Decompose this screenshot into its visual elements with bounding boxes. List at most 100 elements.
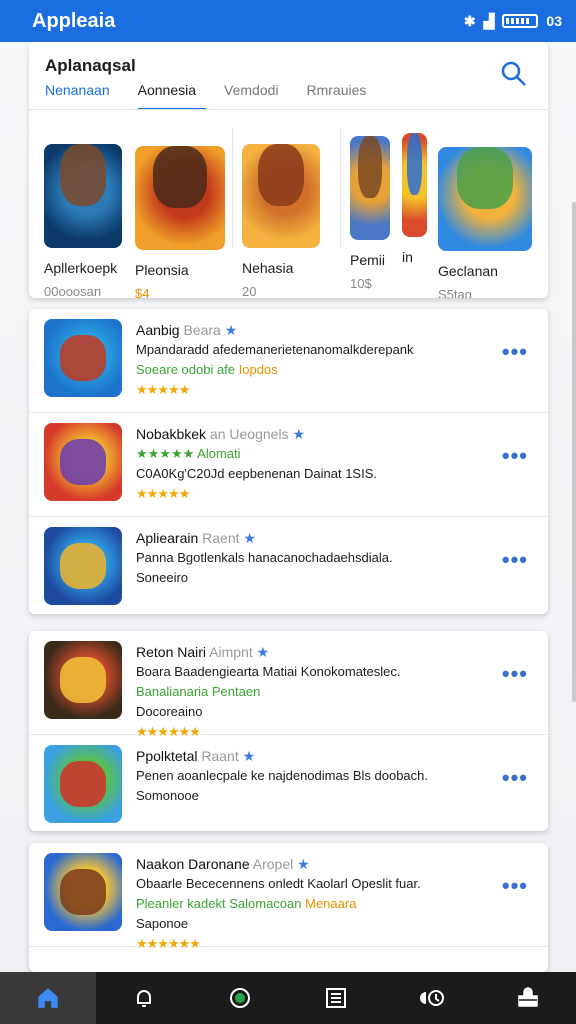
saga-game-icon xyxy=(44,527,122,605)
app-title: Ppolktetal xyxy=(136,748,198,764)
app-description: Penen aoanlecpale ke najdenodimas Bls do… xyxy=(136,768,428,783)
list-icon xyxy=(326,988,346,1008)
divider xyxy=(29,109,548,110)
more-options-icon[interactable]: ••• xyxy=(502,661,528,687)
featured-app-subtitle: $4 xyxy=(135,286,150,298)
app-extra2: Menaara xyxy=(305,896,357,911)
nav-list[interactable] xyxy=(288,972,384,1024)
nav-notifications[interactable] xyxy=(96,972,192,1024)
app-description: Mpandaradd afedemanerietenanomalkderepan… xyxy=(136,342,414,357)
list-item[interactable]: Ppolktetal Raant ★ Penen aoanlecpale ke n… xyxy=(29,735,548,831)
section-title: Aplanaqsal xyxy=(45,56,136,75)
more-options-icon[interactable]: ••• xyxy=(502,765,528,791)
rating-stars: ★★★★★ xyxy=(136,382,190,397)
verified-star-icon: ★ xyxy=(292,426,306,442)
status-icons: ✱ ▟ 03 xyxy=(464,13,562,30)
tab-1[interactable]: Nenanaan xyxy=(45,78,120,110)
list-item[interactable]: Aanbig Beara ★ Mpandaradd afedemanerieten… xyxy=(29,309,548,413)
nav-home[interactable] xyxy=(0,972,96,1024)
rating-stars: ★★★★★★ xyxy=(136,936,201,951)
app-title: Apliearain xyxy=(136,530,199,546)
home-icon xyxy=(38,988,58,1008)
scrollbar[interactable] xyxy=(572,202,576,702)
app-title: Aanbig xyxy=(136,322,180,338)
nav-bag[interactable] xyxy=(480,972,576,1024)
more-options-icon[interactable]: ••• xyxy=(502,547,528,573)
tab-2[interactable]: Aonnesia xyxy=(137,78,207,110)
circle-icon xyxy=(230,988,250,1008)
app-tag: Aimpnt xyxy=(209,644,253,660)
app-title: Reton Nairi xyxy=(136,644,207,660)
featured-app-subtitle: 00ooosan xyxy=(44,283,102,298)
featured-app[interactable]: Pleonsia $4 xyxy=(135,128,225,298)
featured-app-name: Geclanan xyxy=(438,262,498,279)
featured-app[interactable]: Geclanan S5tag xyxy=(438,128,532,298)
bottom-nav xyxy=(0,972,576,1024)
app-tag: an Ueognels xyxy=(209,426,289,442)
verified-star-icon: ★ xyxy=(256,644,270,660)
app-extra: Soeare odobi afe xyxy=(136,362,236,377)
featured-app-name: Apllerkoepk xyxy=(44,259,118,276)
search-icon[interactable] xyxy=(500,60,528,88)
featured-app-name: Pleonsia xyxy=(135,262,189,278)
more-options-icon[interactable]: ••• xyxy=(502,443,528,469)
featured-card: Aplanaqsal Nenanaan Aonnesia Vemdodi Rmr… xyxy=(29,42,548,298)
app-title: Naakon Daronane xyxy=(136,856,250,872)
tab-3[interactable]: Vemdodi xyxy=(224,78,288,110)
app-meta: C0A0Kg'C20Jd eepbenenan Dainat 1SIS. xyxy=(136,466,377,481)
nav-center[interactable] xyxy=(192,972,288,1024)
nav-camera[interactable] xyxy=(384,972,480,1024)
featured-row: Apllerkoepk 00ooosan Pleonsia $4 Nehasia 20 Pe… xyxy=(44,128,533,298)
tab-bar: Nenanaan Aonnesia Vemdodi Rmrauies xyxy=(45,78,394,110)
battery-icon xyxy=(502,14,539,28)
app-title: Nobakbkek xyxy=(136,426,207,442)
cowboy-game-icon xyxy=(44,143,122,248)
bag-icon xyxy=(518,987,538,1007)
app-description: Panna Bgotlenkals hanacanochadaehsdiala. xyxy=(136,550,393,565)
featured-app-name: Nehasia xyxy=(242,259,294,276)
featured-app-subtitle: S5tag xyxy=(438,286,472,298)
bluetooth-icon: ✱ xyxy=(463,12,476,29)
blaze-game-icon xyxy=(402,133,427,237)
featured-app[interactable]: Apllerkoepk 00ooosan xyxy=(44,128,134,298)
status-bar: Appleaia ✱ ▟ 03 xyxy=(0,0,576,42)
app-tag: Beara xyxy=(183,322,221,338)
skies-game-icon xyxy=(44,853,122,931)
app-list-card: Naakon Daronane Aropel ★ Obaarle Bececenn… xyxy=(29,843,548,972)
more-options-icon[interactable]: ••• xyxy=(502,339,528,365)
featured-app[interactable]: Nehasia 20 xyxy=(242,128,332,298)
tab-4[interactable]: Rmrauies xyxy=(307,78,377,110)
warrior-game-icon xyxy=(350,136,390,240)
time-label: 03 xyxy=(546,13,562,29)
list-item[interactable]: Apliearain Raent ★ Panna Bgotlenkals hana… xyxy=(29,517,548,614)
bear-game-icon xyxy=(242,143,320,248)
app-description: Boara Baadengiearta Matiai Konokomatesle… xyxy=(136,664,401,679)
list-item[interactable]: Nobakbkek an Ueognels ★ ★★★★★ Alomati C0A… xyxy=(29,413,548,517)
app-title: Appleaia xyxy=(32,9,116,32)
hero-sword-icon xyxy=(135,146,225,250)
more-options-icon[interactable]: ••• xyxy=(502,873,528,899)
list-item[interactable]: Naakon Daronane Aropel ★ Obaarle Bececenn… xyxy=(29,843,548,951)
app-extra: Banalianaria Pentaen xyxy=(136,684,261,699)
app-tag: Raent xyxy=(202,530,240,546)
featured-app-subtitle: 20 xyxy=(242,283,257,298)
app-tag: Raant xyxy=(201,748,239,764)
app-extra: Pleanler kadekt Salomacoan xyxy=(136,896,302,911)
divider xyxy=(340,128,341,248)
verified-star-icon: ★ xyxy=(242,748,256,764)
monster-game-icon xyxy=(438,146,532,251)
app-list-card: Aanbig Beara ★ Mpandaradd afedemanerieten… xyxy=(29,309,548,614)
signal-icon: ▟ xyxy=(483,12,495,29)
verified-star-icon: ★ xyxy=(243,530,256,546)
bell-icon xyxy=(137,990,151,1007)
featured-app-subtitle: 10$ xyxy=(350,276,372,291)
app-meta: Somonooe xyxy=(136,788,199,803)
app-extra: ★★★★★ Alomati xyxy=(136,446,241,461)
list-item[interactable]: Reton Nairi Aimpnt ★ Boara Baadengiearta … xyxy=(29,631,548,739)
app-meta: Soneeiro xyxy=(136,570,189,585)
verified-star-icon: ★ xyxy=(297,856,310,872)
red-monster-icon xyxy=(44,319,122,397)
rating-stars: ★★★★★ xyxy=(136,486,190,501)
app-list-card: Reton Nairi Aimpnt ★ Boara Baadengiearta … xyxy=(29,631,548,831)
divider xyxy=(232,128,233,248)
